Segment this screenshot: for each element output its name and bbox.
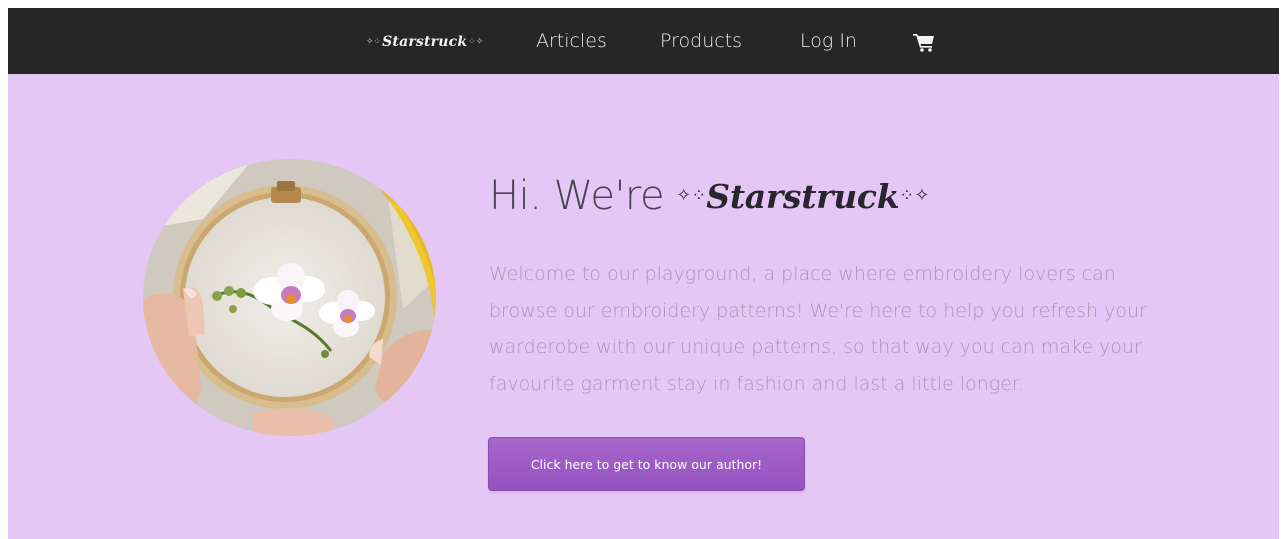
hero-title: Hi. We're ✧⁘ Starstruck ⁘✧ (489, 170, 929, 222)
site-logo[interactable]: ✧⁘ Starstruck ⁘✧ (366, 30, 483, 54)
about-author-button[interactable]: Click here to get to know our author! (488, 437, 805, 491)
nav-link-products[interactable]: Products (660, 28, 742, 54)
site-logo-text: Starstruck (382, 34, 468, 50)
hero-title-text: Hi. We're (489, 173, 665, 219)
sparkle-icon: ✧⁘ (676, 185, 707, 206)
sparkle-icon: ⁘✧ (468, 36, 484, 47)
shopping-cart-icon[interactable] (913, 32, 935, 52)
hero-description: Welcome to our playground, a place where… (489, 263, 1147, 395)
page-frame: ✧⁘ Starstruck ⁘✧ Articles Products Log I… (8, 8, 1279, 539)
nav-link-articles[interactable]: Articles (536, 28, 607, 54)
sparkle-icon: ✧⁘ (366, 36, 382, 47)
hero-embroidery-photo (143, 159, 436, 436)
sparkle-icon: ⁘✧ (899, 185, 930, 206)
nav-link-login[interactable]: Log In (800, 28, 857, 54)
hero-brand-logo: ✧⁘ Starstruck ⁘✧ (676, 177, 929, 216)
hero-brand-text: Starstruck (706, 176, 900, 216)
navbar: ✧⁘ Starstruck ⁘✧ Articles Products Log I… (8, 8, 1279, 74)
